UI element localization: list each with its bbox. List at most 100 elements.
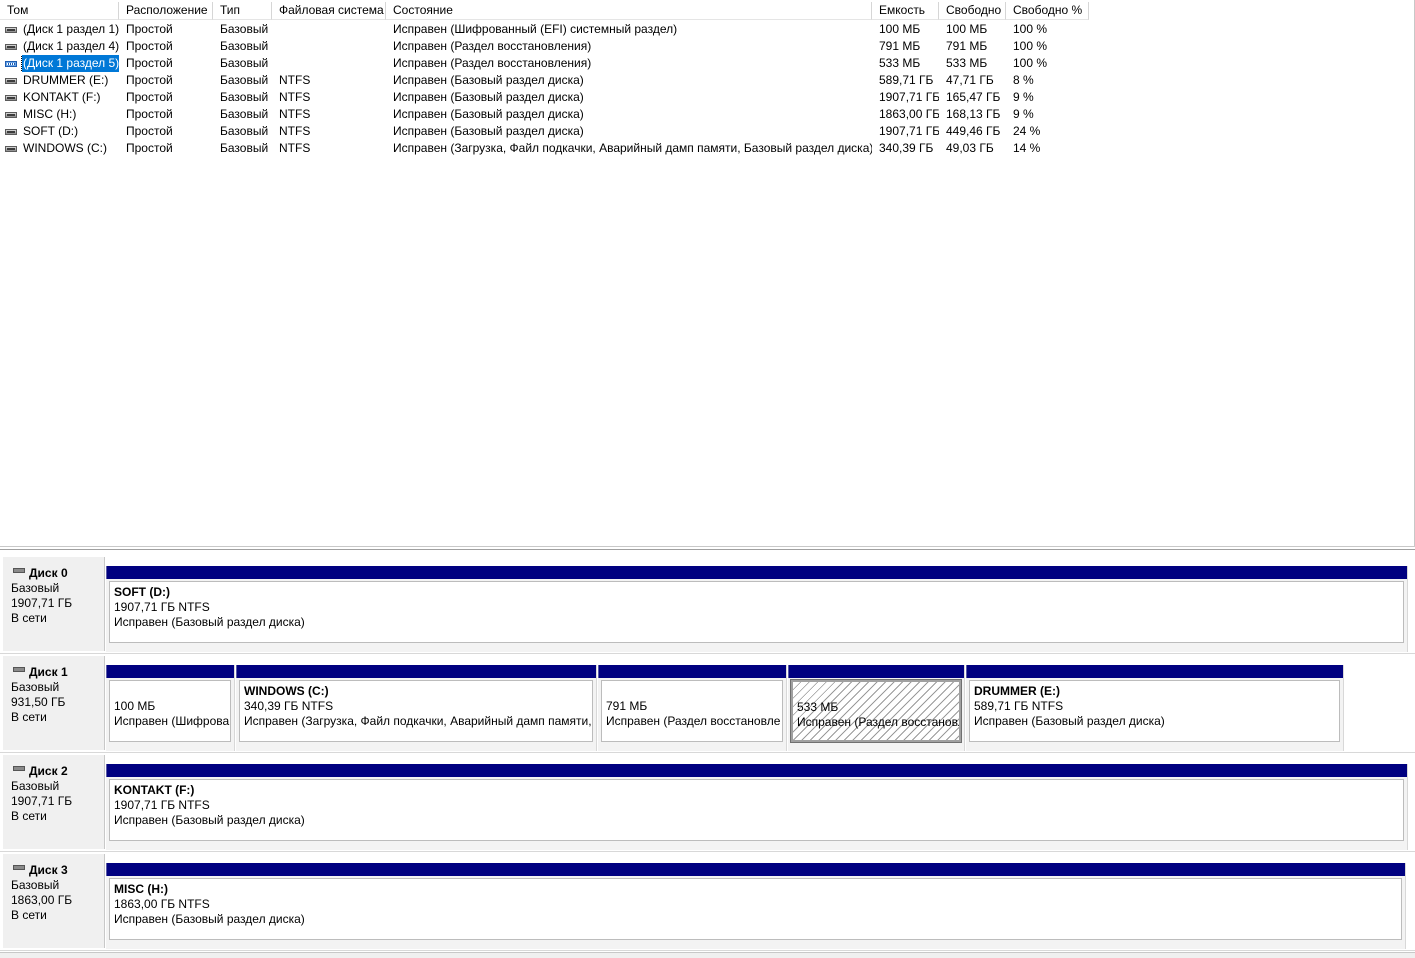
- column-header-filesystem[interactable]: Файловая система: [272, 2, 386, 20]
- volume-name: (Диск 1 раздел 5): [20, 55, 119, 72]
- disk-state: В сети: [11, 809, 47, 823]
- disk-row: Диск 0 Базовый 1907,71 ГБ В сети SOFT (D:) 19…: [0, 557, 1415, 652]
- column-header-capacity[interactable]: Емкость: [872, 2, 939, 20]
- cell-capacity: 100 МБ: [879, 22, 921, 36]
- disk-title: Диск 0: [11, 566, 104, 581]
- partition-size: 340,39 ГБ NTFS: [244, 699, 334, 713]
- cell-capacity: 533 МБ: [879, 56, 921, 70]
- partition-name: [797, 685, 959, 700]
- volume-icon: [5, 26, 17, 33]
- column-header-free[interactable]: Свободно: [939, 2, 1006, 20]
- partition-body: KONTAKT (F:) 1907,71 ГБ NTFS Исправен (Баз…: [109, 779, 1404, 841]
- partition-block[interactable]: SOFT (D:) 1907,71 ГБ NTFS Исправен (Базовы…: [106, 566, 1408, 652]
- volume-row[interactable]: MISC (H:) Простой Базовый NTFS Исправен (Баз…: [0, 106, 1415, 123]
- volume-row[interactable]: (Диск 1 раздел 4) Простой Базовый Исправен …: [0, 38, 1415, 55]
- disk-title: Диск 2: [11, 764, 104, 779]
- disk-title: Диск 1: [11, 665, 104, 680]
- partition-block[interactable]: 791 МБ Исправен (Раздел восстановле: [598, 665, 787, 751]
- partition-status: Исправен (Шифрова: [114, 714, 230, 728]
- partition-body: 533 МБ Исправен (Раздел восстановл: [790, 679, 962, 743]
- partition-name: KONTAKT (F:): [114, 783, 195, 797]
- cell-capacity: 1863,00 ГБ: [879, 107, 939, 121]
- cell-filesystem: [272, 21, 386, 38]
- cell-filesystem: NTFS: [279, 107, 311, 121]
- cell-layout: Простой: [126, 39, 173, 53]
- cell-volume: (Диск 1 раздел 1): [0, 21, 119, 38]
- volume-row[interactable]: (Диск 1 раздел 1) Простой Базовый Исправен …: [0, 21, 1415, 38]
- cell-free-percent: 24 %: [1013, 124, 1041, 138]
- column-header-free-percent[interactable]: Свободно %: [1006, 2, 1089, 20]
- volume-icon: [5, 94, 17, 101]
- partition-block[interactable]: 533 МБ Исправен (Раздел восстановл: [788, 665, 965, 751]
- partition-name: MISC (H:): [114, 882, 168, 896]
- cell-filesystem: NTFS: [279, 90, 311, 104]
- pane-splitter[interactable]: [0, 546, 1415, 550]
- cell-volume: WINDOWS (C:): [0, 140, 119, 157]
- partition-name: [606, 684, 782, 699]
- cell-filesystem: NTFS: [279, 124, 311, 138]
- partition-block[interactable]: MISC (H:) 1863,00 ГБ NTFS Исправен (Базовы…: [106, 863, 1406, 949]
- cell-free: 791 МБ: [946, 39, 988, 53]
- partition-status: Исправен (Базовый раздел диска): [114, 615, 305, 629]
- cell-filesystem: [272, 55, 386, 72]
- bottom-scroll-area: [0, 952, 1415, 958]
- cell-type: Базовый: [220, 56, 269, 70]
- partition-header-bar: [966, 665, 1343, 678]
- volume-icon: [5, 77, 17, 84]
- partition-block[interactable]: WINDOWS (C:) 340,39 ГБ NTFS Исправен (Загр…: [236, 665, 597, 751]
- cell-type: Базовый: [220, 90, 269, 104]
- cell-free-percent: 100 %: [1013, 22, 1048, 36]
- disk-type: Базовый: [11, 680, 60, 694]
- volume-row[interactable]: WINDOWS (C:) Простой Базовый NTFS Исправен (…: [0, 140, 1415, 157]
- column-header-type[interactable]: Тип: [213, 2, 272, 20]
- column-header-layout[interactable]: Расположение: [119, 2, 213, 20]
- disk-row-separator: [0, 653, 1415, 654]
- volume-list[interactable]: Том Расположение Тип Файловая система Со…: [0, 0, 1415, 546]
- column-header-status[interactable]: Состояние: [386, 2, 872, 20]
- partition-status: Исправен (Базовый раздел диска): [114, 813, 305, 827]
- cell-layout: Простой: [126, 107, 173, 121]
- partition-block[interactable]: KONTAKT (F:) 1907,71 ГБ NTFS Исправен (Баз…: [106, 764, 1408, 850]
- disk-state: В сети: [11, 611, 47, 625]
- volume-row[interactable]: DRUMMER (E:) Простой Базовый NTFS Исправен (…: [0, 72, 1415, 89]
- partition-header-bar: [598, 665, 786, 678]
- cell-layout: Простой: [126, 90, 173, 104]
- cell-free-percent: 8 %: [1013, 73, 1034, 87]
- cell-status: Исправен (Базовый раздел диска): [393, 73, 584, 87]
- partition-status: Исправен (Раздел восстановле: [606, 714, 781, 728]
- disk-icon: [13, 865, 25, 870]
- cell-free: 47,71 ГБ: [946, 73, 994, 87]
- disk-row-separator: [0, 851, 1415, 852]
- partition-body: WINDOWS (C:) 340,39 ГБ NTFS Исправен (Загр…: [239, 680, 593, 742]
- cell-volume: KONTAKT (F:): [0, 89, 119, 106]
- disk-label[interactable]: Диск 0 Базовый 1907,71 ГБ В сети: [3, 557, 105, 651]
- partition-block[interactable]: 100 МБ Исправен (Шифрова: [106, 665, 235, 751]
- volume-row[interactable]: KONTAKT (F:) Простой Базовый NTFS Исправен (…: [0, 89, 1415, 106]
- cell-capacity: 1907,71 ГБ: [879, 124, 939, 138]
- disk-label[interactable]: Диск 2 Базовый 1907,71 ГБ В сети: [3, 755, 105, 849]
- cell-free: 100 МБ: [946, 22, 988, 36]
- cell-capacity: 589,71 ГБ: [879, 73, 934, 87]
- disk-label[interactable]: Диск 1 Базовый 931,50 ГБ В сети: [3, 656, 105, 750]
- partition-size: 1863,00 ГБ NTFS: [114, 897, 210, 911]
- column-header-volume[interactable]: Том: [0, 2, 119, 20]
- partition-name: [114, 684, 230, 699]
- partition-name: DRUMMER (E:): [974, 684, 1060, 698]
- cell-free: 168,13 ГБ: [946, 107, 1001, 121]
- partition-status: Исправен (Загрузка, Файл подкачки, Авари…: [244, 714, 592, 728]
- disk-row-separator: [0, 950, 1415, 951]
- partition-header-bar: [788, 665, 964, 678]
- disk-graphical-view[interactable]: Диск 0 Базовый 1907,71 ГБ В сети SOFT (D:) 19…: [0, 551, 1415, 958]
- volume-icon: [5, 145, 17, 152]
- partition-name: SOFT (D:): [114, 585, 170, 599]
- volume-row[interactable]: SOFT (D:) Простой Базовый NTFS Исправен (Баз…: [0, 123, 1415, 140]
- volume-name: SOFT (D:): [23, 124, 79, 138]
- disk-state: В сети: [11, 710, 47, 724]
- partition-body: DRUMMER (E:) 589,71 ГБ NTFS Исправен (Базо…: [969, 680, 1340, 742]
- disk-label[interactable]: Диск 3 Базовый 1863,00 ГБ В сети: [3, 854, 105, 948]
- volume-row[interactable]: (Диск 1 раздел 5) Простой Базовый Исправен …: [0, 55, 1415, 72]
- disk-icon: [13, 667, 25, 672]
- cell-free-percent: 14 %: [1013, 141, 1041, 155]
- disk-size: 1907,71 ГБ: [11, 596, 73, 610]
- partition-block[interactable]: DRUMMER (E:) 589,71 ГБ NTFS Исправен (Базо…: [966, 665, 1344, 751]
